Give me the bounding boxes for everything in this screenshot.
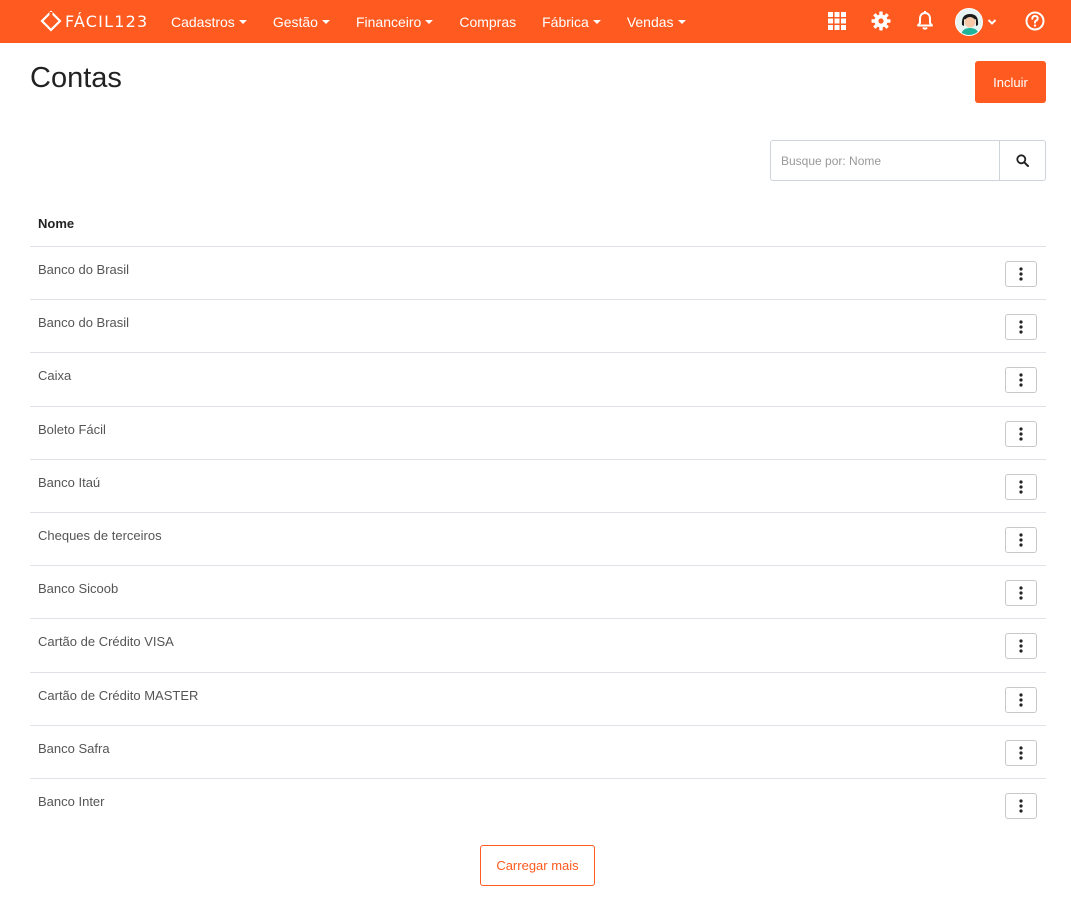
user-menu[interactable] — [955, 7, 997, 37]
gear-icon[interactable] — [870, 10, 892, 32]
column-header-nome: Nome — [30, 200, 1046, 247]
caret-down-icon — [321, 19, 330, 24]
row-actions-button[interactable] — [1005, 739, 1037, 766]
table-row[interactable]: Banco do Brasil — [30, 247, 1046, 301]
nav-item-compras[interactable]: Compras — [446, 0, 529, 43]
kebab-menu-icon — [1019, 480, 1023, 494]
account-name: Cheques de terceiros — [38, 527, 162, 543]
caret-down-icon — [425, 19, 434, 24]
row-actions-button[interactable] — [1005, 580, 1037, 607]
account-name: Banco Safra — [38, 740, 110, 756]
account-name: Banco do Brasil — [38, 315, 130, 331]
kebab-menu-icon — [1019, 639, 1023, 653]
kebab-menu-icon — [1019, 267, 1023, 281]
nav-label: Cadastros — [171, 13, 235, 30]
help-icon[interactable] — [1024, 10, 1046, 32]
table-row[interactable]: Cheques de terceiros — [30, 513, 1046, 567]
table-row[interactable]: Cartão de Crédito VISA — [30, 619, 1046, 673]
row-actions-button[interactable] — [1005, 473, 1037, 500]
kebab-menu-icon — [1019, 373, 1023, 387]
chevron-down-icon — [987, 13, 997, 31]
table-row[interactable]: Caixa — [30, 353, 1046, 407]
table-row[interactable]: Boleto Fácil — [30, 407, 1046, 460]
nav-label: Fábrica — [542, 13, 589, 30]
table-row[interactable]: Cartão de Crédito MASTER — [30, 673, 1046, 726]
nav-item-fabrica[interactable]: Fábrica — [529, 0, 614, 43]
nav-label: Financeiro — [355, 13, 422, 30]
kebab-menu-icon — [1019, 320, 1023, 334]
apps-grid-icon[interactable] — [826, 10, 848, 32]
row-actions-button[interactable] — [1005, 526, 1037, 553]
caret-down-icon — [238, 19, 247, 24]
kebab-menu-icon — [1019, 692, 1023, 707]
nav-label: Gestão — [272, 13, 318, 30]
account-name: Banco Inter — [38, 793, 105, 809]
nav-item-cadastros[interactable]: Cadastros — [158, 0, 260, 43]
load-more-button[interactable]: Carregar mais — [480, 845, 595, 886]
kebab-menu-icon — [1019, 586, 1023, 600]
row-actions-button[interactable] — [1005, 261, 1037, 287]
table-row[interactable]: Banco Sicoob — [30, 566, 1046, 620]
search-button[interactable] — [999, 140, 1046, 181]
table-row[interactable]: Banco Safra — [30, 726, 1046, 779]
table-body: Banco do Brasil Banco do Brasil Caixa Bolet… — [30, 247, 1046, 832]
nav-label: Compras — [459, 13, 517, 30]
nav-item-financeiro[interactable]: Financeiro — [343, 0, 446, 43]
table-row[interactable]: Banco Inter — [30, 779, 1046, 832]
search-input[interactable] — [770, 140, 1000, 181]
kebab-menu-icon — [1019, 533, 1023, 547]
table-row[interactable]: Banco do Brasil — [30, 300, 1046, 354]
kebab-menu-icon — [1019, 746, 1023, 760]
brand-logo[interactable]: FÁCIL123 — [40, 9, 148, 33]
row-actions-button[interactable] — [1005, 633, 1037, 660]
search-icon — [1016, 154, 1029, 167]
row-actions-button[interactable] — [1005, 420, 1037, 447]
account-name: Banco Sicoob — [38, 581, 119, 597]
account-name: Cartão de Crédito VISA — [38, 634, 174, 650]
account-name: Banco Itaú — [38, 474, 101, 490]
row-actions-button[interactable] — [1005, 792, 1037, 819]
caret-down-icon — [677, 19, 686, 24]
avatar — [955, 8, 983, 36]
account-name: Banco do Brasil — [38, 262, 130, 277]
nav-item-gestao[interactable]: Gestão — [260, 0, 343, 43]
add-account-button[interactable]: Incluir — [975, 61, 1046, 103]
accounts-table: Nome Banco do Brasil Banco do Brasil Caixa… — [30, 200, 1046, 832]
nav-item-vendas[interactable]: Vendas — [614, 0, 699, 43]
kebab-menu-icon — [1019, 799, 1023, 813]
account-name: Caixa — [38, 368, 72, 384]
page-title: Contas — [30, 62, 122, 94]
account-name: Cartão de Crédito MASTER — [38, 687, 199, 703]
table-row[interactable]: Banco Itaú — [30, 460, 1046, 513]
row-actions-button[interactable] — [1005, 686, 1037, 713]
nav-label: Vendas — [626, 13, 674, 30]
kebab-menu-icon — [1019, 426, 1023, 441]
navbar-actions — [811, 0, 1071, 43]
row-actions-button[interactable] — [1005, 314, 1037, 341]
account-name: Boleto Fácil — [38, 421, 106, 437]
brand-name: FÁCIL123 — [65, 11, 149, 31]
main-menu: Cadastros Gestão Financeiro Compras Fábr… — [158, 0, 699, 43]
top-navbar: FÁCIL123 Cadastros Gestão Financeiro Com… — [0, 0, 1071, 43]
row-actions-button[interactable] — [1005, 367, 1037, 394]
caret-down-icon — [592, 19, 601, 24]
bell-icon[interactable] — [914, 10, 936, 32]
diamond-logo-icon — [40, 10, 62, 32]
